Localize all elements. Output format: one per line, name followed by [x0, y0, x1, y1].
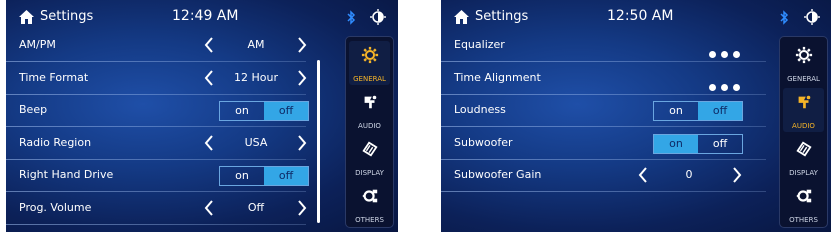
tab-others[interactable]: OTHERS: [349, 182, 390, 226]
setting-value: 0: [685, 168, 693, 181]
setting-label: Equalizer: [454, 38, 505, 51]
chevron-right-icon[interactable]: [296, 134, 308, 152]
setting-label: Beep: [19, 103, 48, 116]
setting-row: Equalizer: [441, 30, 776, 62]
tab-display[interactable]: DISPLAY: [783, 135, 824, 179]
tab-label: AUDIO: [358, 122, 381, 130]
brightness-icon[interactable]: [804, 9, 820, 25]
setting-value: Off: [247, 200, 265, 214]
on-off-toggle[interactable]: on off: [219, 101, 309, 121]
page-title: Settings: [40, 9, 94, 24]
tab-label: DISPLAY: [789, 169, 818, 177]
setting-value: 12 Hour: [234, 70, 278, 84]
home-icon[interactable]: [18, 9, 35, 25]
tab-general[interactable]: GENERAL: [349, 41, 390, 85]
chevron-left-icon[interactable]: [203, 36, 215, 54]
tab-audio[interactable]: AUDIO: [783, 88, 824, 132]
on-off-toggle[interactable]: on off: [653, 101, 743, 121]
setting-label: Time Format: [19, 70, 89, 84]
others-icon: [795, 187, 813, 205]
chevron-left-icon[interactable]: [637, 166, 649, 184]
brightness-icon[interactable]: [370, 9, 386, 25]
more-options-icon[interactable]: [709, 76, 745, 95]
toggle-off-option[interactable]: off: [698, 135, 742, 153]
setting-value: USA: [244, 135, 268, 149]
settings-screen-audio: Settings 12:50 AM Equalizer Time Alignmen…: [441, 0, 831, 232]
home-icon[interactable]: [453, 9, 470, 25]
scrollbar[interactable]: [317, 60, 320, 223]
chevron-left-icon[interactable]: [203, 69, 215, 87]
tab-display[interactable]: DISPLAY: [349, 135, 390, 179]
setting-row: Prog. Volume Off: [6, 193, 316, 225]
settings-screen-general: Settings 12:49 AM AM/PM AM Time Format 12 H…: [6, 0, 398, 232]
bluetooth-icon: [347, 10, 356, 25]
setting-label: Radio Region: [19, 135, 92, 149]
tab-others[interactable]: OTHERS: [783, 182, 824, 226]
setting-row: Time Alignment: [441, 63, 776, 95]
top-bar: Settings 12:50 AM: [441, 0, 831, 34]
gear-icon: [795, 46, 813, 64]
toggle-on-option[interactable]: on: [220, 167, 264, 185]
tab-label: DISPLAY: [355, 169, 384, 177]
tab-label: GENERAL: [353, 75, 386, 83]
setting-row: Beep on off: [6, 95, 316, 127]
tab-audio[interactable]: AUDIO: [349, 88, 390, 132]
on-off-toggle[interactable]: on off: [219, 166, 309, 186]
row-divider: [6, 223, 306, 225]
top-bar: Settings 12:49 AM: [6, 0, 398, 34]
toggle-off-option[interactable]: off: [698, 102, 742, 120]
chevron-right-icon[interactable]: [731, 166, 743, 184]
page-title: Settings: [475, 9, 529, 24]
setting-row: Radio Region USA: [6, 128, 316, 160]
tab-label: GENERAL: [787, 75, 820, 83]
others-icon: [361, 187, 379, 205]
toggle-on-option[interactable]: on: [654, 102, 698, 120]
tab-general[interactable]: GENERAL: [783, 41, 824, 85]
on-off-toggle[interactable]: on off: [653, 133, 743, 154]
clock: 12:49 AM: [172, 8, 239, 24]
setting-row: Loudness on off: [441, 95, 776, 127]
setting-row: AM/PM AM: [6, 30, 316, 62]
toggle-on-option[interactable]: on: [220, 102, 264, 120]
tab-label: OTHERS: [355, 216, 384, 224]
toggle-on-option[interactable]: on: [654, 134, 698, 153]
bluetooth-icon: [780, 10, 789, 25]
tab-label: OTHERS: [789, 216, 818, 224]
gear-icon: [361, 46, 379, 64]
setting-label: Right Hand Drive: [19, 168, 114, 181]
category-tabs: GENERAL AUDIO DISPLAY OTHERS: [779, 36, 828, 228]
setting-label: Subwoofer Gain: [454, 168, 542, 181]
setting-label: AM/PM: [19, 38, 56, 51]
setting-row: Subwoofer on off: [441, 128, 776, 160]
chevron-left-icon[interactable]: [203, 199, 215, 217]
setting-label: Time Alignment: [454, 70, 541, 84]
chevron-right-icon[interactable]: [296, 69, 308, 87]
category-tabs: GENERAL AUDIO DISPLAY OTHERS: [345, 36, 394, 228]
setting-label: Prog. Volume: [19, 200, 92, 214]
setting-row: Time Format 12 Hour: [6, 63, 316, 95]
chevron-right-icon[interactable]: [296, 36, 308, 54]
setting-row: Subwoofer Gain 0: [441, 160, 776, 192]
more-options-icon[interactable]: [709, 43, 745, 62]
setting-row: Right Hand Drive on off: [6, 160, 316, 192]
row-divider: [441, 191, 766, 192]
audio-icon: [361, 93, 379, 111]
clock: 12:50 AM: [607, 8, 674, 24]
audio-icon: [795, 93, 813, 111]
setting-value: AM: [247, 38, 265, 51]
chevron-right-icon[interactable]: [296, 199, 308, 217]
tab-label: AUDIO: [792, 122, 815, 130]
setting-label: Subwoofer: [454, 135, 513, 149]
setting-label: Loudness: [454, 103, 506, 116]
toggle-off-option[interactable]: off: [264, 102, 308, 120]
display-icon: [795, 140, 813, 158]
toggle-off-option[interactable]: off: [264, 167, 308, 185]
display-icon: [361, 140, 379, 158]
chevron-left-icon[interactable]: [203, 134, 215, 152]
